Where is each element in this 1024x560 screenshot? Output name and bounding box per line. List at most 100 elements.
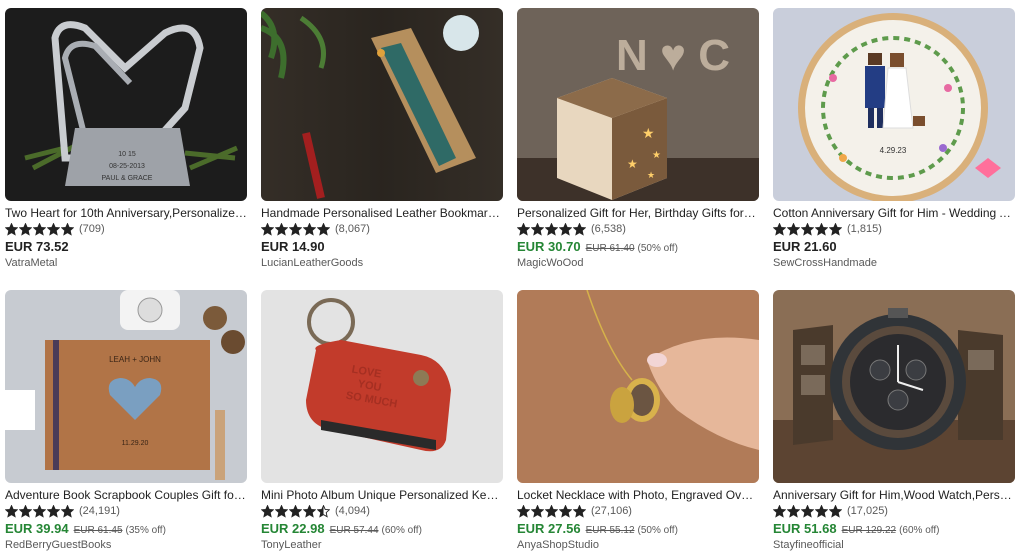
svg-text:★: ★ [652, 150, 661, 161]
star-full-icon [773, 222, 786, 236]
star-full-icon [531, 222, 544, 236]
star-full-icon [47, 222, 60, 236]
listing-card[interactable]: LOVE YOU SO MUCH Mini Photo Album Unique… [261, 290, 503, 551]
listing-card[interactable]: 10 15 08-25-2013 PAUL & GRACE Two Heart … [5, 8, 247, 269]
star-rating [261, 504, 331, 518]
star-full-icon [829, 504, 842, 518]
listing-title[interactable]: Mini Photo Album Unique Personalized Key… [261, 488, 503, 502]
listing-title[interactable]: Cotton Anniversary Gift for Him - Weddin… [773, 206, 1015, 220]
shop-name[interactable]: RedBerryGuestBooks [5, 539, 247, 551]
svg-text:N ♥ C: N ♥ C [616, 31, 730, 80]
star-full-icon [545, 504, 558, 518]
listing-rating: (6,538) [517, 222, 759, 236]
listing-title[interactable]: Personalized Gift for Her, Birthday Gift… [517, 206, 759, 220]
listing-sale-price: EUR 22.98 [261, 521, 325, 536]
listing-image-embroidery-hoop[interactable]: 4.29.23 [773, 8, 1015, 201]
svg-text:08-25-2013: 08-25-2013 [109, 163, 145, 170]
shop-name[interactable]: LucianLeatherGoods [261, 257, 503, 269]
review-count: (24,191) [79, 505, 120, 517]
discount-label: (35% off) [125, 525, 166, 536]
listing-image-leather-bookmark[interactable] [261, 8, 503, 201]
discount-label: (50% off) [637, 525, 678, 536]
star-full-icon [61, 222, 74, 236]
shop-name[interactable]: Stayfineofficial [773, 539, 1015, 551]
star-full-icon [517, 222, 530, 236]
shop-name[interactable]: SewCrossHandmade [773, 257, 1015, 269]
svg-text:4.29.23: 4.29.23 [880, 146, 907, 155]
listing-rating: (8,067) [261, 222, 503, 236]
listing-title[interactable]: Handmade Personalised Leather Bookmark, … [261, 206, 503, 220]
listing-price: EUR 21.60 [773, 239, 837, 254]
listing-title[interactable]: Adventure Book Scrapbook Couples Gift fo… [5, 488, 247, 502]
shop-name[interactable]: TonyLeather [261, 539, 503, 551]
listing-card[interactable]: N ♥ C ★ ★ ★ ★ Personalized Gift for Her,… [517, 8, 759, 269]
star-full-icon [47, 504, 60, 518]
svg-text:PAUL & GRACE: PAUL & GRACE [102, 175, 153, 182]
price-row: EUR 73.52 [5, 239, 247, 254]
listing-card[interactable]: Locket Necklace with Photo, Engraved Ova… [517, 290, 759, 551]
shop-name[interactable]: VatraMetal [5, 257, 247, 269]
original-price: EUR 61.40 [585, 243, 635, 254]
price-row: EUR 27.56 EUR 55.12 (50% off) [517, 521, 759, 536]
price-row: EUR 21.60 [773, 239, 1015, 254]
shop-name[interactable]: AnyaShopStudio [517, 539, 759, 551]
star-full-icon [559, 222, 572, 236]
listing-card[interactable]: 4.29.23 Cotton Anniversary Gift for Him … [773, 8, 1015, 269]
star-rating [5, 222, 75, 236]
listing-image-scrapbook[interactable]: LEAH + JOHN 11.29.20 [5, 290, 247, 483]
listing-rating: (4,094) [261, 504, 503, 518]
listing-card[interactable]: Anniversary Gift for Him,Wood Watch,Pers… [773, 290, 1015, 551]
price-row: EUR 30.70 EUR 61.40 (50% off) [517, 239, 759, 254]
review-count: (4,094) [335, 505, 370, 517]
listing-sale-price: EUR 39.94 [5, 521, 69, 536]
svg-text:★: ★ [642, 125, 655, 141]
star-full-icon [19, 504, 32, 518]
original-price: EUR 61.45 [73, 525, 123, 536]
listing-image-metal-hearts[interactable]: 10 15 08-25-2013 PAUL & GRACE [5, 8, 247, 201]
listing-image-wooden-lamp[interactable]: N ♥ C ★ ★ ★ ★ [517, 8, 759, 201]
star-full-icon [787, 222, 800, 236]
star-rating [517, 222, 587, 236]
star-full-icon [815, 504, 828, 518]
listing-grid: 10 15 08-25-2013 PAUL & GRACE Two Heart … [0, 0, 1024, 560]
listing-card[interactable]: LEAH + JOHN 11.29.20 Adventure Book Scra… [5, 290, 247, 551]
star-full-icon [289, 222, 302, 236]
original-price: EUR 57.44 [329, 525, 379, 536]
star-full-icon [33, 504, 46, 518]
listing-rating: (709) [5, 222, 247, 236]
price-row: EUR 51.68 EUR 129.22 (60% off) [773, 521, 1015, 536]
review-count: (27,106) [591, 505, 632, 517]
listing-title[interactable]: Anniversary Gift for Him,Wood Watch,Pers… [773, 488, 1015, 502]
star-rating [261, 222, 331, 236]
listing-rating: (17,025) [773, 504, 1015, 518]
star-full-icon [289, 504, 302, 518]
star-full-icon [317, 222, 330, 236]
review-count: (8,067) [335, 223, 370, 235]
listing-image-gold-locket[interactable] [517, 290, 759, 483]
listing-card[interactable]: Handmade Personalised Leather Bookmark, … [261, 8, 503, 269]
review-count: (709) [79, 223, 105, 235]
star-full-icon [787, 504, 800, 518]
star-rating [773, 504, 843, 518]
star-full-icon [303, 504, 316, 518]
price-row: EUR 22.98 EUR 57.44 (60% off) [261, 521, 503, 536]
star-full-icon [275, 504, 288, 518]
review-count: (6,538) [591, 223, 626, 235]
svg-text:10 15: 10 15 [118, 151, 136, 158]
svg-text:11.29.20: 11.29.20 [122, 440, 149, 447]
review-count: (1,815) [847, 223, 882, 235]
star-full-icon [801, 504, 814, 518]
star-full-icon [559, 504, 572, 518]
listing-title[interactable]: Two Heart for 10th Anniversary,Personali… [5, 206, 247, 220]
listing-rating: (1,815) [773, 222, 1015, 236]
shop-name[interactable]: MagicWoOod [517, 257, 759, 269]
listing-image-wood-watch[interactable] [773, 290, 1015, 483]
star-full-icon [517, 504, 530, 518]
listing-rating: (24,191) [5, 504, 247, 518]
listing-title[interactable]: Locket Necklace with Photo, Engraved Ova… [517, 488, 759, 502]
listing-image-keychain-album[interactable]: LOVE YOU SO MUCH [261, 290, 503, 483]
original-price: EUR 55.12 [585, 525, 635, 536]
star-rating [517, 504, 587, 518]
star-full-icon [801, 222, 814, 236]
price-row: EUR 39.94 EUR 61.45 (35% off) [5, 521, 247, 536]
